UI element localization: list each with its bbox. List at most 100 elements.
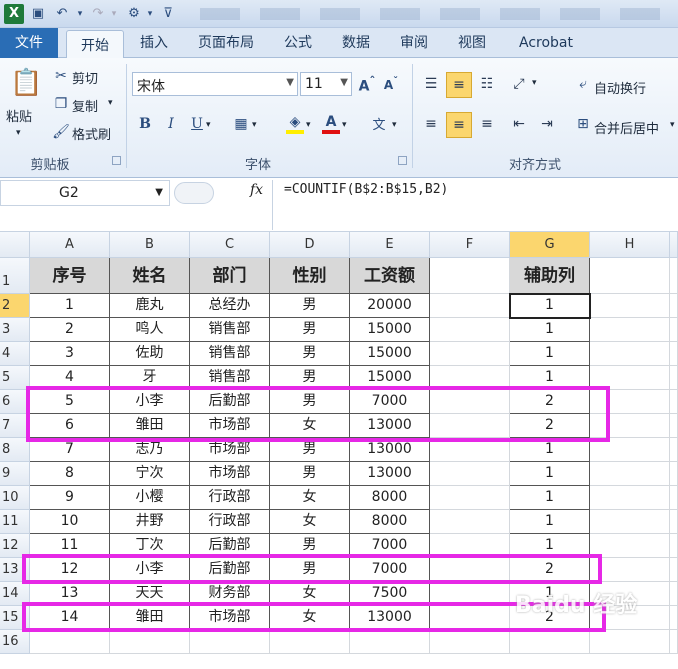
table-cell[interactable]: 牙	[110, 366, 190, 390]
table-cell[interactable]: 15000	[350, 366, 430, 390]
helper-cell[interactable]: 1	[510, 318, 590, 342]
table-cell[interactable]: 13000	[350, 438, 430, 462]
cell[interactable]	[430, 630, 510, 654]
table-cell[interactable]: 男	[270, 294, 350, 318]
table-cell[interactable]: 13000	[350, 606, 430, 630]
row-header-1[interactable]: 1	[0, 258, 30, 294]
table-cell[interactable]: 女	[270, 510, 350, 534]
customize-dropdown-icon[interactable]: ▾	[140, 4, 160, 24]
table-cell[interactable]: 7000	[350, 390, 430, 414]
helper-cell[interactable]: 1	[510, 534, 590, 558]
quick-access-menu-icon[interactable]: ⊽	[158, 4, 178, 24]
align-center-icon[interactable]: ≡	[446, 112, 472, 138]
cell[interactable]	[590, 366, 670, 390]
table-cell[interactable]: 男	[270, 534, 350, 558]
bold-button[interactable]: B	[136, 116, 154, 132]
table-cell[interactable]: 销售部	[190, 318, 270, 342]
paste-icon[interactable]: 📋	[10, 68, 42, 98]
font-name-select[interactable]: 宋体 ▼	[132, 72, 298, 96]
fill-color-dropdown-icon[interactable]: ▾	[306, 120, 311, 130]
clipboard-launcher-icon[interactable]	[112, 156, 121, 165]
table-cell[interactable]: 15000	[350, 318, 430, 342]
table-header-cell[interactable]: 工资额	[350, 258, 430, 294]
increase-font-icon[interactable]: Aˆ	[358, 74, 376, 95]
align-bottom-icon[interactable]: ☷	[474, 72, 500, 98]
column-header-a[interactable]: A	[30, 232, 110, 258]
table-cell[interactable]: 雏田	[110, 606, 190, 630]
row-header-16[interactable]: 16	[0, 630, 30, 654]
font-color-icon[interactable]: A	[322, 114, 340, 134]
row-header-12[interactable]: 12	[0, 534, 30, 558]
select-all-corner[interactable]	[0, 232, 30, 258]
row-header-6[interactable]: 6	[0, 390, 30, 414]
table-cell[interactable]: 男	[270, 438, 350, 462]
cell[interactable]	[430, 438, 510, 462]
table-header-cell[interactable]: 部门	[190, 258, 270, 294]
cell[interactable]	[590, 318, 670, 342]
table-cell[interactable]: 后勤部	[190, 558, 270, 582]
table-cell[interactable]: 鹿丸	[110, 294, 190, 318]
cell[interactable]	[590, 414, 670, 438]
border-dropdown-icon[interactable]: ▾	[252, 120, 257, 130]
fill-color-icon[interactable]: ◈	[286, 114, 304, 134]
row-header-4[interactable]: 4	[0, 342, 30, 366]
cell[interactable]	[590, 258, 670, 294]
table-cell[interactable]: 5	[30, 390, 110, 414]
table-header-cell[interactable]: 性别	[270, 258, 350, 294]
table-cell[interactable]: 行政部	[190, 510, 270, 534]
tab-acrobat[interactable]: Acrobat	[508, 28, 584, 58]
helper-cell[interactable]: 2	[510, 390, 590, 414]
cell[interactable]	[430, 318, 510, 342]
cell[interactable]	[590, 558, 670, 582]
cell[interactable]	[430, 606, 510, 630]
increase-indent-icon[interactable]: ⇥	[534, 112, 560, 138]
spreadsheet-grid[interactable]: A B C D E F G H 1 序号 姓名 部门 性别 工资额 辅助列 2 1 鹿丸 总经办男 20000 1 3 2 鸣…	[0, 232, 678, 669]
formula-toggle[interactable]	[174, 182, 214, 204]
cell[interactable]	[590, 294, 670, 318]
table-header-cell[interactable]: 序号	[30, 258, 110, 294]
copy-dropdown-icon[interactable]: ▾	[108, 98, 113, 108]
helper-cell[interactable]: 2	[510, 558, 590, 582]
orientation-dropdown-icon[interactable]: ▾	[532, 78, 537, 88]
table-cell[interactable]: 男	[270, 462, 350, 486]
table-cell[interactable]: 销售部	[190, 342, 270, 366]
tab-data[interactable]: 数据	[334, 28, 378, 58]
cell[interactable]	[590, 342, 670, 366]
cell[interactable]	[430, 342, 510, 366]
row-header-8[interactable]: 8	[0, 438, 30, 462]
helper-cell[interactable]: 1	[510, 462, 590, 486]
table-cell[interactable]: 12	[30, 558, 110, 582]
redo-dropdown-icon[interactable]: ▾	[104, 4, 124, 24]
tab-view[interactable]: 视图	[450, 28, 494, 58]
cell[interactable]	[590, 486, 670, 510]
cut-icon[interactable]: ✂	[52, 68, 70, 84]
table-cell[interactable]: 市场部	[190, 462, 270, 486]
save-icon[interactable]: ▣	[28, 4, 48, 24]
format-painter-button[interactable]: 格式刷	[72, 124, 111, 143]
cell[interactable]	[430, 582, 510, 606]
cell[interactable]	[270, 630, 350, 654]
name-box[interactable]: G2 ▼	[0, 180, 170, 206]
table-cell[interactable]: 1	[30, 294, 110, 318]
wrap-text-button[interactable]: 自动换行	[594, 78, 646, 97]
table-cell[interactable]: 天天	[110, 582, 190, 606]
orientation-icon[interactable]: ⤢	[506, 72, 532, 98]
table-cell[interactable]: 男	[270, 558, 350, 582]
cell[interactable]	[430, 486, 510, 510]
table-cell[interactable]: 雏田	[110, 414, 190, 438]
table-cell[interactable]: 女	[270, 582, 350, 606]
cell[interactable]	[430, 534, 510, 558]
table-cell[interactable]: 9	[30, 486, 110, 510]
table-cell[interactable]: 财务部	[190, 582, 270, 606]
table-cell[interactable]: 后勤部	[190, 390, 270, 414]
tab-home[interactable]: 开始	[66, 30, 124, 59]
formula-input[interactable]: =COUNTIF(B$2:B$15,B2)	[284, 182, 448, 197]
table-header-cell[interactable]: 姓名	[110, 258, 190, 294]
italic-button[interactable]: I	[162, 116, 180, 132]
table-cell[interactable]: 井野	[110, 510, 190, 534]
insert-function-icon[interactable]: fx	[250, 182, 263, 198]
table-cell[interactable]: 11	[30, 534, 110, 558]
column-header-h[interactable]: H	[590, 232, 670, 258]
column-header-g[interactable]: G	[510, 232, 590, 258]
table-cell[interactable]: 宁次	[110, 462, 190, 486]
